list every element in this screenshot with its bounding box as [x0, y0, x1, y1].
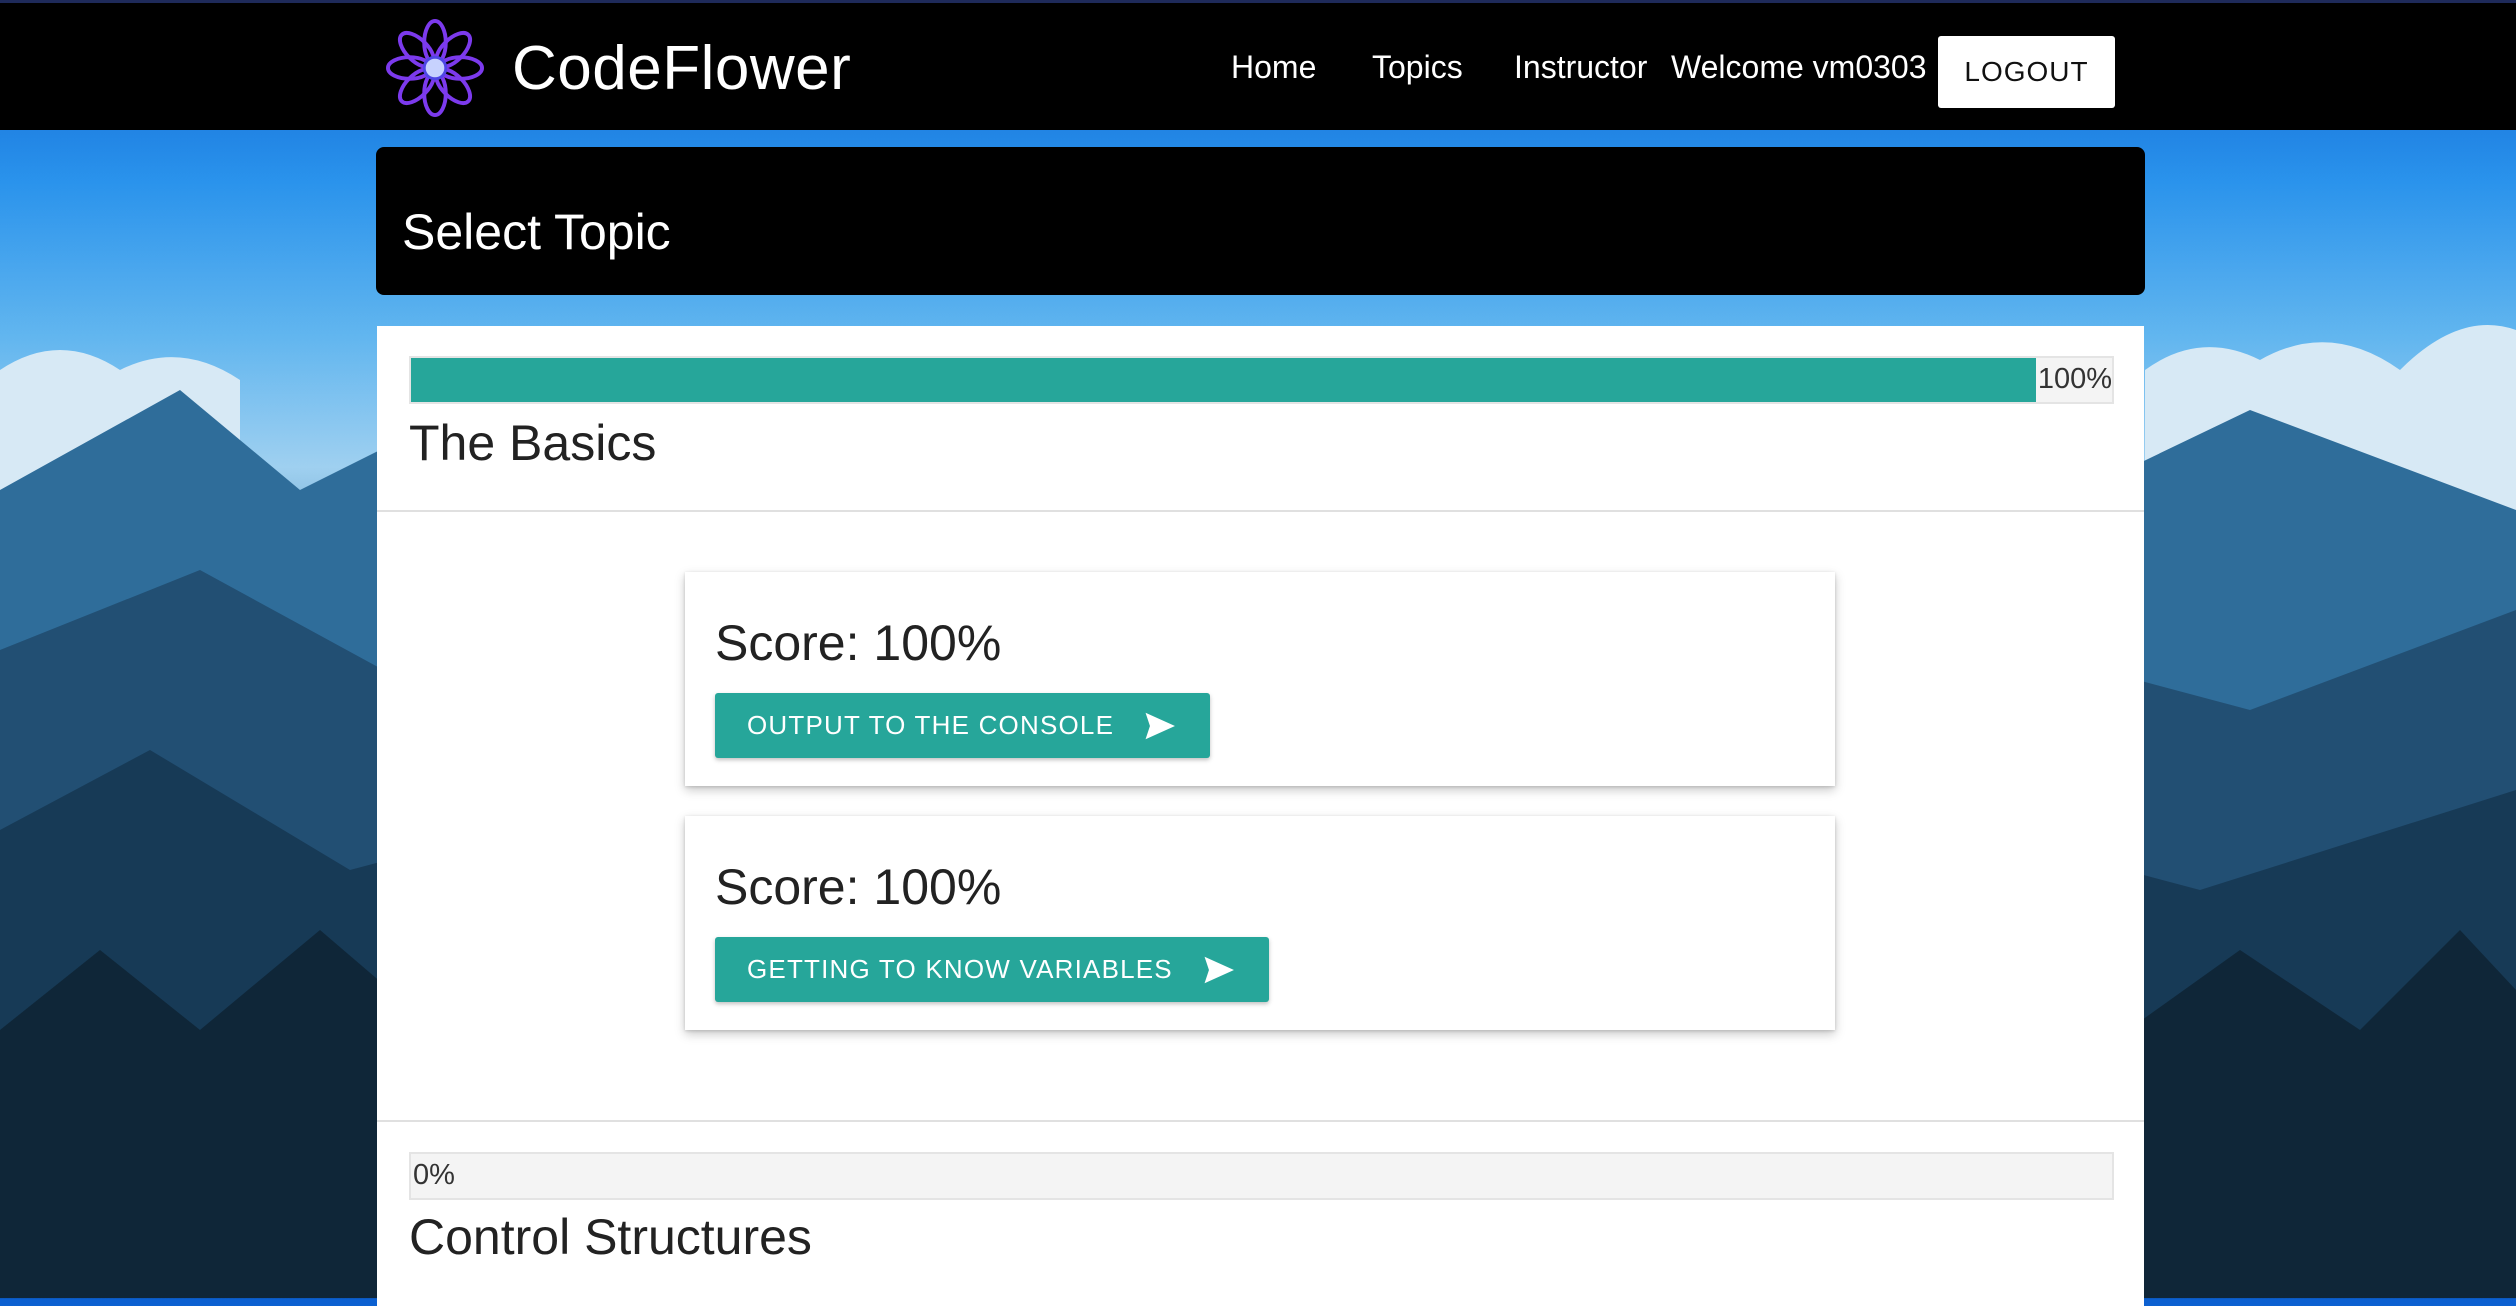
lesson-button-label: GETTING TO KNOW VARIABLES [747, 954, 1173, 984]
progress-label: 0% [413, 1159, 455, 1191]
brand[interactable]: CodeFlower [386, 19, 851, 117]
page-title: Select Topic [402, 204, 671, 260]
progress-label: 100% [2037, 363, 2112, 395]
lesson-button-output-console[interactable]: OUTPUT TO THE CONSOLE [715, 693, 1211, 758]
lesson-card: Score: 100% GETTING TO KNOW VARIABLES [685, 816, 1835, 1030]
lesson-button-variables[interactable]: GETTING TO KNOW VARIABLES [715, 937, 1269, 1002]
send-icon [1204, 956, 1234, 983]
nav-topics[interactable]: Topics [1372, 49, 1463, 86]
topic-title[interactable]: Control Structures [409, 1208, 812, 1266]
logout-button[interactable]: LOGOUT [1938, 36, 2115, 108]
nav-home[interactable]: Home [1231, 49, 1316, 86]
lesson-card: Score: 100% OUTPUT TO THE CONSOLE [685, 572, 1835, 786]
lesson-score: Score: 100% [715, 615, 1002, 671]
lesson-button-label: OUTPUT TO THE CONSOLE [747, 710, 1115, 740]
divider [377, 1120, 2144, 1122]
topic-progress-bar: 0% [409, 1152, 2114, 1200]
flower-icon [386, 19, 484, 117]
nav-instructor[interactable]: Instructor [1514, 49, 1647, 86]
progress-fill [411, 358, 2036, 402]
topic-title[interactable]: The Basics [409, 414, 656, 472]
topic-progress-bar: 100% [409, 356, 2114, 404]
topics-card: 100% The Basics Score: 100% OUTPUT TO TH… [377, 326, 2144, 1306]
send-icon [1145, 712, 1176, 739]
welcome-text: Welcome vm0303 [1671, 49, 1927, 85]
navbar: CodeFlower Home Topics Instructor Welcom… [0, 0, 2516, 130]
divider [377, 510, 2144, 512]
lesson-score: Score: 100% [715, 859, 1002, 915]
brand-name: CodeFlower [512, 33, 852, 103]
page-header: Select Topic [376, 147, 2145, 295]
